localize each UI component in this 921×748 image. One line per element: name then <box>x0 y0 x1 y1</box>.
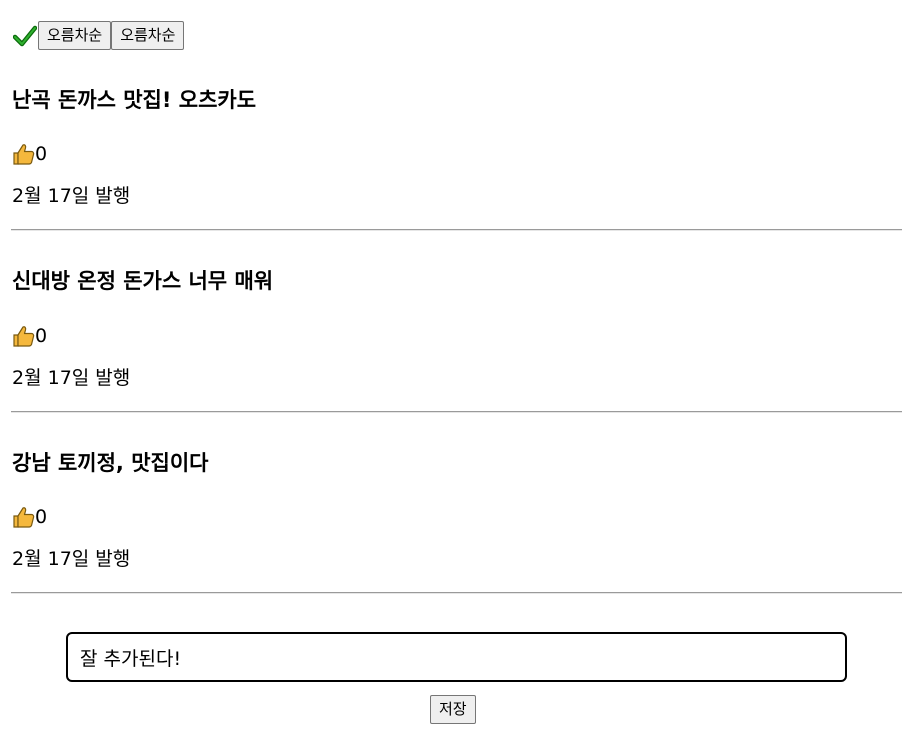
composer <box>66 632 847 682</box>
sort-ascending-button[interactable]: 오름차순 <box>38 21 112 50</box>
like-row: 0 <box>12 506 47 528</box>
like-count: 0 <box>35 143 48 165</box>
like-row: 0 <box>12 143 47 165</box>
like-row: 0 <box>12 325 47 347</box>
divider <box>11 592 902 594</box>
post-date: 2월 17일 발행 <box>12 367 131 389</box>
post-title[interactable]: 강남 토끼정, 맛집이다 <box>12 450 208 476</box>
check-icon <box>12 23 38 49</box>
post-title-input[interactable] <box>66 632 847 682</box>
like-count: 0 <box>35 506 48 528</box>
save-button[interactable]: 저장 <box>430 695 476 724</box>
divider <box>11 411 902 413</box>
thumbs-up-icon[interactable] <box>12 506 35 528</box>
post-title[interactable]: 난곡 돈까스 맛집! 오츠카도 <box>12 87 256 113</box>
divider <box>11 229 902 231</box>
post-date: 2월 17일 발행 <box>12 185 131 207</box>
sort-ascending-button-2[interactable]: 오름차순 <box>111 21 185 50</box>
post-date: 2월 17일 발행 <box>12 548 131 570</box>
thumbs-up-icon[interactable] <box>12 143 35 165</box>
page: 오름차순 오름차순 난곡 돈까스 맛집! 오츠카도 0 2월 17일 발행 신대… <box>0 0 921 748</box>
like-count: 0 <box>35 325 48 347</box>
toolbar: 오름차순 오름차순 <box>12 21 185 50</box>
post-title[interactable]: 신대방 온정 돈가스 너무 매워 <box>12 268 273 294</box>
save-wrap: 저장 <box>430 695 476 724</box>
thumbs-up-icon[interactable] <box>12 325 35 347</box>
